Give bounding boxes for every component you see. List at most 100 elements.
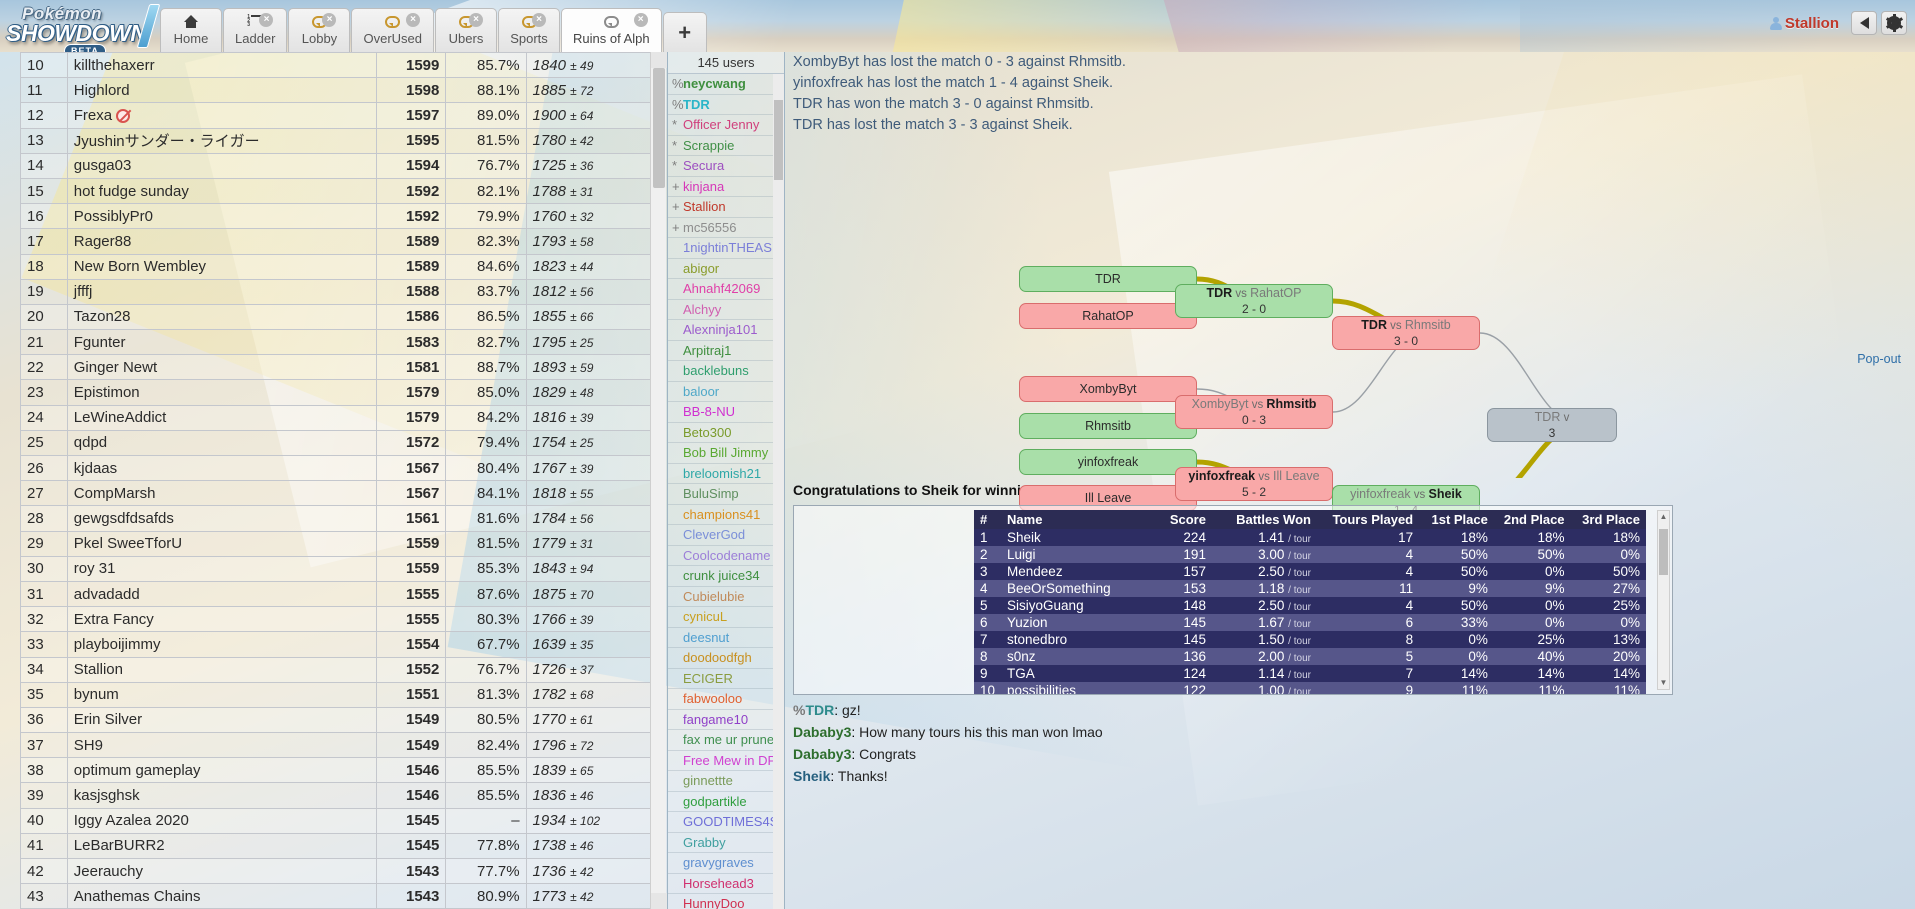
table-row[interactable]: 33 playboijimmy 1554 67.7% 1639 ± 35	[20, 631, 650, 658]
table-row[interactable]: 38 optimum gameplay 1546 85.5% 1839 ± 65	[20, 757, 650, 784]
player-name-cell[interactable]: CompMarsh	[66, 480, 378, 507]
table-row[interactable]: 31 advadadd 1555 87.6% 1875 ± 70	[20, 580, 650, 608]
table-row[interactable]: 20 Tazon28 1586 86.5% 1855 ± 66	[20, 303, 650, 331]
list-item[interactable]: Alexninja101	[668, 320, 784, 341]
app-logo[interactable]: Pokémon SHOWDOWN BETA	[6, 2, 161, 52]
list-item[interactable]: Beto300	[668, 423, 784, 443]
list-item[interactable]: fabwooloo	[668, 689, 784, 710]
table-row[interactable]: 16 PossiblyPr0 1592 79.9% 1760 ± 32	[20, 203, 650, 230]
list-item[interactable]: Arpitraj1	[668, 341, 784, 361]
list-item[interactable]: Cubielubie	[668, 587, 784, 607]
player-name-cell[interactable]: hot fudge sunday	[66, 177, 378, 205]
table-row[interactable]: 9 TGA 124 1.14 / tour 7 14% 14% 14%	[974, 665, 1646, 682]
pop-out-link[interactable]: Pop-out	[1857, 352, 1901, 366]
bracket-match-node[interactable]: TDR vs Rhmsitb 3 - 0	[1332, 316, 1480, 350]
scroll-up-icon[interactable]: ▲	[1658, 511, 1669, 523]
player-name-cell[interactable]: gewgsdfdsafds	[66, 505, 378, 532]
table-row[interactable]: 10 possibilities 122 1.00 / tour 9 11% 11% 11%	[974, 682, 1646, 694]
user-list-panel[interactable]: 145 users %neycwang %TDR * Officer Jenny * Sc…	[667, 52, 785, 909]
scroll-up-icon[interactable]	[651, 52, 667, 68]
bracket-match-node[interactable]: TDR v3	[1487, 408, 1617, 442]
bracket-player-node[interactable]: XombyByt	[1019, 376, 1197, 402]
player-name-cell[interactable]: jfffj	[66, 278, 378, 305]
table-row[interactable]: 22 Ginger Newt 1581 88.7% 1893 ± 59	[20, 354, 650, 381]
player-name-cell[interactable]: Fgunter	[66, 329, 378, 356]
tab-sports[interactable]: × Sports	[498, 8, 561, 52]
list-item[interactable]: ginnettte	[668, 771, 784, 792]
scrollbar-thumb[interactable]	[1659, 529, 1668, 575]
table-row[interactable]: 39 kasjsghsk 1546 85.5% 1836 ± 46	[20, 782, 650, 809]
tab-ladder[interactable]: 1 2 3 × Ladder	[223, 8, 288, 52]
table-row[interactable]: 3 Mendeez 157 2.50 / tour 4 50% 0% 50%	[974, 563, 1646, 580]
list-item[interactable]: backlebuns	[668, 361, 784, 382]
bracket-player-node[interactable]: RahatOP	[1019, 303, 1197, 329]
table-row[interactable]: 6 Yuzion 145 1.67 / tour 6 33% 0% 0%	[974, 614, 1646, 631]
scrollbar-thumb[interactable]	[774, 100, 783, 180]
table-row[interactable]: 8 s0nz 136 2.00 / tour 5 0% 40% 20%	[974, 648, 1646, 665]
list-item[interactable]: fangame10	[668, 710, 784, 730]
table-row[interactable]: 15 hot fudge sunday 1592 82.1% 1788 ± 31	[20, 177, 650, 205]
list-item[interactable]: breloomish21	[668, 464, 784, 484]
table-row[interactable]: 14 gusga03 1594 76.7% 1725 ± 36	[20, 152, 650, 179]
table-row[interactable]: 10 killthehaxerr 1599 85.7% 1840 ± 49	[20, 52, 650, 79]
close-icon[interactable]: ×	[259, 13, 274, 27]
list-item[interactable]: * Scrappie	[668, 136, 784, 156]
close-icon[interactable]: ×	[322, 13, 337, 27]
player-name-cell[interactable]: Jeerauchy	[66, 857, 378, 885]
table-row[interactable]: 42 Jeerauchy 1543 77.7% 1736 ± 42	[20, 857, 650, 885]
table-row[interactable]: 4 BeeOrSomething 153 1.18 / tour 11 9% 9% 27%	[974, 580, 1646, 597]
table-row[interactable]: 25 qdpd 1572 79.4% 1754 ± 25	[20, 429, 650, 457]
player-name-cell[interactable]: Extra Fancy	[66, 606, 378, 633]
tab-home[interactable]: Home	[160, 8, 222, 52]
tab-ubers[interactable]: × Ubers	[435, 8, 498, 52]
list-item[interactable]: doodoodfgh	[668, 648, 784, 669]
player-name-cell[interactable]: LeWineAddict	[66, 404, 378, 431]
list-item[interactable]: + Stallion	[668, 197, 784, 218]
list-item[interactable]: CleverGod	[668, 525, 784, 546]
list-item[interactable]: Ahnahf42069	[668, 279, 784, 300]
list-item[interactable]: cynicuL	[668, 607, 784, 628]
player-name-cell[interactable]: Highlord	[66, 77, 378, 104]
list-item[interactable]: Horsehead3	[668, 874, 784, 894]
table-row[interactable]: 37 SH9 1549 82.4% 1796 ± 72	[20, 732, 650, 759]
table-row[interactable]: 23 Epistimon 1579 85.0% 1829 ± 48	[20, 379, 650, 406]
tournament-results-box[interactable]: # Name Score Battles Won Tours Played 1st Pla…	[793, 505, 1673, 695]
scrollbar-thumb[interactable]	[653, 68, 665, 188]
table-row[interactable]: 1 Sheik 224 1.41 / tour 17 18% 18% 18%	[974, 529, 1646, 546]
close-icon[interactable]: ×	[633, 13, 648, 27]
ladder-scrollbar[interactable]	[650, 52, 667, 909]
list-item[interactable]: BuluSimp	[668, 484, 784, 505]
table-row[interactable]: 34 Stallion 1552 76.7% 1726 ± 37	[20, 656, 650, 683]
bracket-match-node[interactable]: XombyByt vs Rhmsitb 0 - 3	[1175, 395, 1333, 429]
player-name-cell[interactable]: Epistimon	[66, 379, 378, 406]
chat-username[interactable]: TDR	[805, 702, 834, 718]
list-item[interactable]: Grabby	[668, 833, 784, 853]
table-row[interactable]: 7 stonedbro 145 1.50 / tour 8 0% 25% 13%	[974, 631, 1646, 648]
player-name-cell[interactable]: Jyushinサンダー・ライガー	[66, 127, 378, 154]
list-item[interactable]: godpartikle	[668, 792, 784, 812]
table-row[interactable]: 27 CompMarsh 1567 84.1% 1818 ± 55	[20, 480, 650, 507]
table-row[interactable]: 43 Anathemas Chains 1543 80.9% 1773 ± 42	[20, 883, 650, 909]
player-name-cell[interactable]: PossiblyPr0	[66, 203, 378, 230]
bracket-player-node[interactable]: Rhmsitb	[1019, 413, 1197, 439]
player-name-cell[interactable]: SH9	[66, 732, 378, 759]
close-icon[interactable]: ×	[469, 13, 484, 27]
list-item[interactable]: crunk juice34	[668, 566, 784, 587]
table-row[interactable]: 18 New Born Wembley 1589 84.6% 1823 ± 44	[20, 253, 650, 280]
player-name-cell[interactable]: roy 31	[66, 555, 378, 582]
tab-ruins-of-alph[interactable]: × Ruins of Alph	[561, 8, 662, 52]
scroll-down-icon[interactable]: ▼	[1658, 677, 1669, 689]
list-item[interactable]: GOODTIMES4SURE	[668, 812, 784, 833]
bracket-player-node[interactable]: yinfoxfreak	[1019, 449, 1197, 475]
list-item[interactable]: 1nightinTHEASIAN	[668, 238, 784, 259]
player-name-cell[interactable]: playboijimmy	[66, 631, 378, 658]
list-item[interactable]: BB-8-NU	[668, 402, 784, 423]
player-name-cell[interactable]: Stallion	[66, 656, 378, 683]
table-row[interactable]: 32 Extra Fancy 1555 80.3% 1766 ± 39	[20, 606, 650, 633]
tournament-bracket[interactable]: TDR RahatOP XombyByt Rhmsitb yinfoxfreak Ill …	[787, 148, 1915, 548]
table-row[interactable]: 11 Highlord 1598 88.1% 1885 ± 72	[20, 77, 650, 104]
table-row[interactable]: 29 Pkel SweeTforU 1559 81.5% 1779 ± 31	[20, 530, 650, 557]
table-row[interactable]: 30 roy 31 1559 85.3% 1843 ± 94	[20, 555, 650, 582]
add-tab-button[interactable]: +	[662, 12, 707, 52]
results-scrollbar[interactable]: ▲ ▼	[1657, 510, 1670, 690]
